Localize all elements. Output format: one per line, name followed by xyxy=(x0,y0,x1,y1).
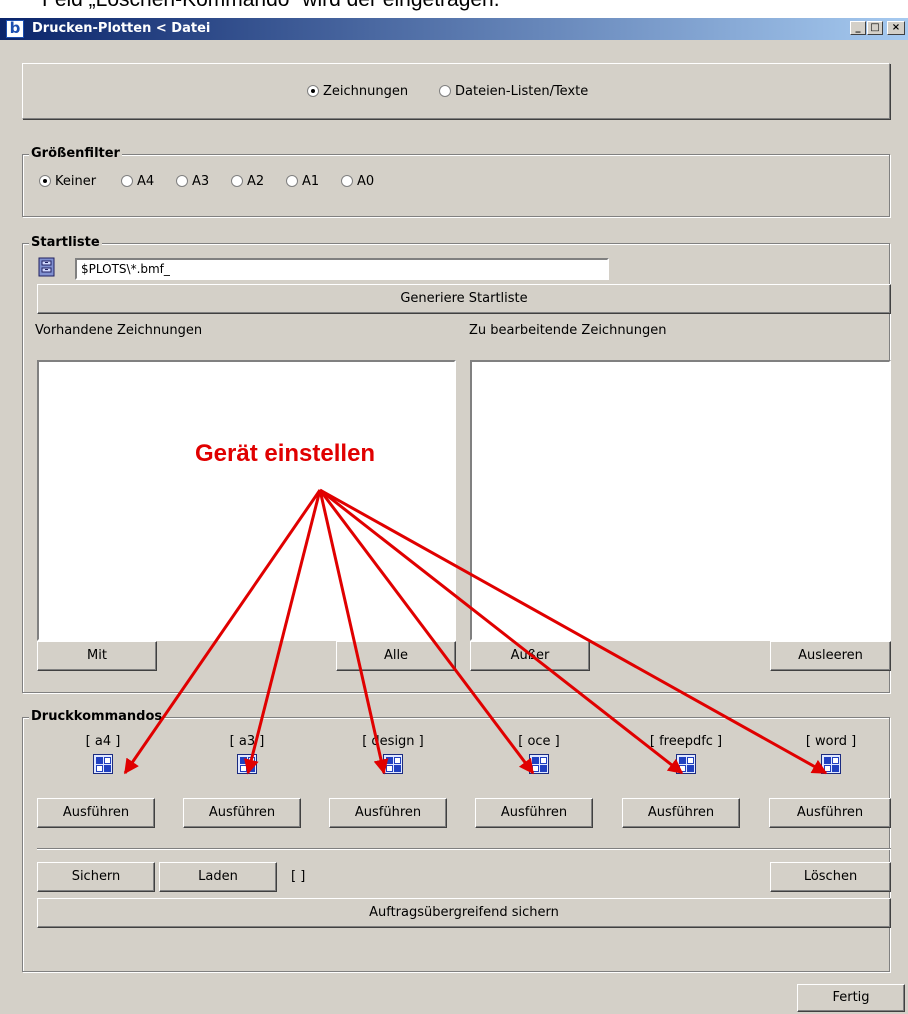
maximize-button[interactable]: □ xyxy=(867,21,883,35)
radio-unselected-icon xyxy=(341,175,353,187)
device-settings-icon-word[interactable] xyxy=(821,754,841,774)
close-button[interactable]: × xyxy=(887,21,905,35)
startlist-title: Startliste xyxy=(29,235,102,250)
radio-unselected-icon xyxy=(121,175,133,187)
size-option-label: A2 xyxy=(247,174,265,189)
drawings-to-process-label: Zu bearbeitende Zeichnungen xyxy=(469,323,667,338)
radio-unselected-icon xyxy=(176,175,188,187)
ausleeren-button[interactable]: Ausleeren xyxy=(770,641,891,671)
run-button-a4[interactable]: Ausführen xyxy=(37,798,155,828)
size-filter-group: Größenfilter Keiner A4 A3 A2 A1 A0 xyxy=(22,146,890,217)
load-button[interactable]: Laden xyxy=(159,862,277,892)
window-title: Drucken-Plotten < Datei xyxy=(32,21,211,36)
available-drawings-list[interactable] xyxy=(37,360,456,641)
global-save-button[interactable]: Auftragsübergreifend sichern xyxy=(37,898,891,928)
run-button-freepdfc[interactable]: Ausführen xyxy=(622,798,740,828)
size-option-label: A0 xyxy=(357,174,375,189)
startlist-path-input[interactable] xyxy=(75,258,609,280)
radio-dateien-listen[interactable]: Dateien-Listen/Texte xyxy=(439,84,588,99)
command-label-design: [ design ] xyxy=(362,734,424,749)
document-text-fragment: Feld „Löschen-Kommando“ wird der eingetr… xyxy=(0,0,908,20)
command-label-freepdfc: [ freepdfc ] xyxy=(649,734,723,749)
file-cabinet-icon[interactable] xyxy=(37,257,57,277)
minimize-button[interactable]: _ xyxy=(850,21,866,35)
radio-selected-icon xyxy=(39,175,51,187)
done-button[interactable]: Fertig xyxy=(797,984,905,1012)
delete-button[interactable]: Löschen xyxy=(770,862,891,892)
run-button-oce[interactable]: Ausführen xyxy=(475,798,593,828)
radio-unselected-icon xyxy=(286,175,298,187)
startlist-group: Startliste Generiere Startliste Vorhande… xyxy=(22,235,891,693)
run-button-word[interactable]: Ausführen xyxy=(769,798,891,828)
command-label-a3: [ a3 ] xyxy=(229,734,265,749)
mit-button[interactable]: Mit xyxy=(37,641,157,671)
radio-size-a3[interactable]: A3 xyxy=(176,174,209,189)
run-button-a3[interactable]: Ausführen xyxy=(183,798,301,828)
device-settings-icon-a3[interactable] xyxy=(237,754,257,774)
radio-unselected-icon xyxy=(439,85,451,97)
device-settings-icon-design[interactable] xyxy=(383,754,403,774)
radio-selected-icon xyxy=(307,85,319,97)
size-option-label: A4 xyxy=(137,174,155,189)
app-logo-icon: b xyxy=(6,20,24,38)
radio-size-keiner[interactable]: Keiner xyxy=(39,174,96,189)
print-commands-group: Druckkommandos [ a4 ] [ a3 ] [ design ] … xyxy=(22,709,891,972)
separator xyxy=(37,848,891,850)
save-button[interactable]: Sichern xyxy=(37,862,155,892)
generate-startlist-button[interactable]: Generiere Startliste xyxy=(37,284,891,314)
loaded-file-brackets: [ ] xyxy=(291,869,306,884)
radio-unselected-icon xyxy=(231,175,243,187)
device-settings-icon-oce[interactable] xyxy=(529,754,549,774)
ausser-button[interactable]: Außer xyxy=(470,641,590,671)
title-bar: b Drucken-Plotten < Datei _ □ × xyxy=(0,18,908,40)
print-commands-title: Druckkommandos xyxy=(29,709,165,724)
mode-panel: Zeichnungen Dateien-Listen/Texte xyxy=(22,63,890,119)
size-option-label: A3 xyxy=(192,174,210,189)
device-settings-icon-a4[interactable] xyxy=(93,754,113,774)
command-label-word: [ word ] xyxy=(805,734,857,749)
radio-zeichnungen-label: Zeichnungen xyxy=(323,84,409,99)
available-drawings-label: Vorhandene Zeichnungen xyxy=(35,323,203,338)
alle-button[interactable]: Alle xyxy=(336,641,456,671)
print-plot-dialog: b Drucken-Plotten < Datei _ □ × Zeichnun… xyxy=(0,18,908,1014)
drawings-to-process-list[interactable] xyxy=(470,360,891,641)
command-label-oce: [ oce ] xyxy=(518,734,560,749)
run-button-design[interactable]: Ausführen xyxy=(329,798,447,828)
command-label-a4: [ a4 ] xyxy=(85,734,121,749)
size-option-label: A1 xyxy=(302,174,320,189)
annotation-text: Gerät einstellen xyxy=(195,440,376,467)
radio-zeichnungen[interactable]: Zeichnungen xyxy=(307,84,408,99)
radio-size-a4[interactable]: A4 xyxy=(121,174,154,189)
radio-size-a2[interactable]: A2 xyxy=(231,174,264,189)
radio-dateien-label: Dateien-Listen/Texte xyxy=(455,84,589,99)
size-filter-title: Größenfilter xyxy=(29,146,122,161)
device-settings-icon-freepdfc[interactable] xyxy=(676,754,696,774)
radio-size-a1[interactable]: A1 xyxy=(286,174,319,189)
radio-size-a0[interactable]: A0 xyxy=(341,174,374,189)
size-option-label: Keiner xyxy=(55,174,97,189)
